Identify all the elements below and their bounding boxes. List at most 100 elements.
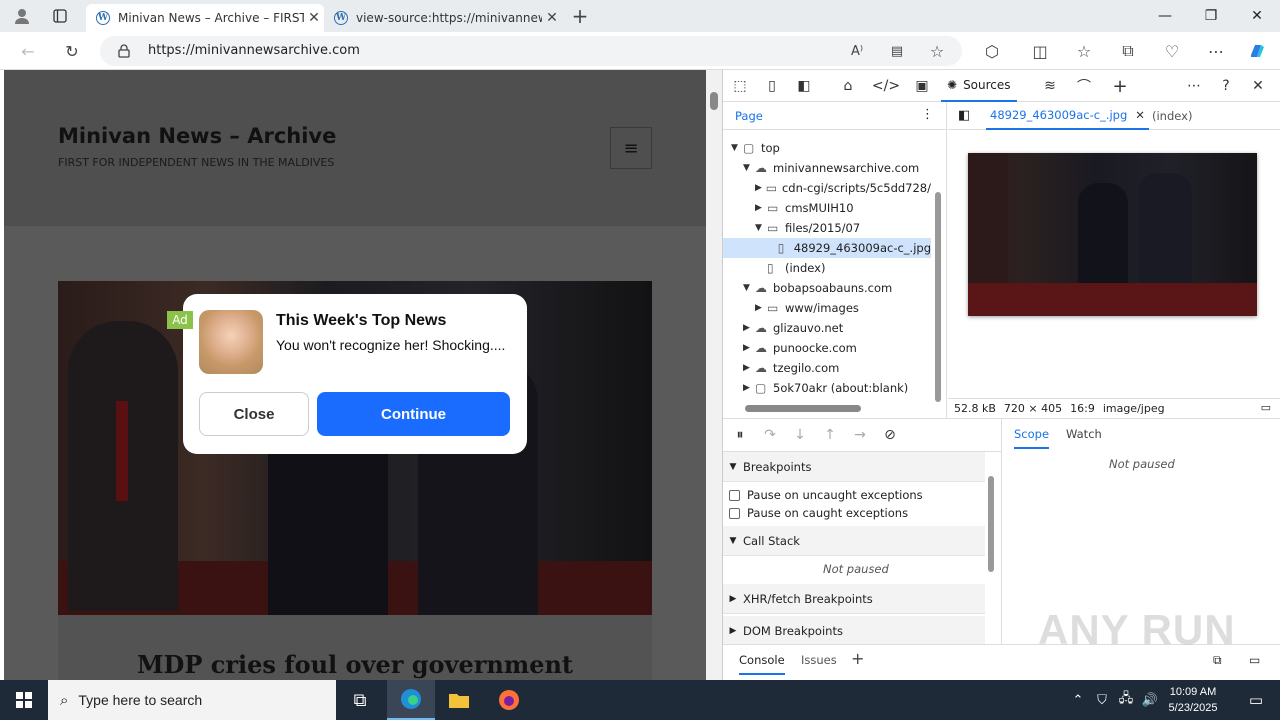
tree-item[interactable]: ▯ 48929_463009ac-c_.jpg xyxy=(723,238,931,258)
collapse-arrow-icon[interactable]: ▼ xyxy=(743,163,755,173)
call-stack-section[interactable]: ▼ Call Stack xyxy=(723,526,985,556)
device-emulation-icon[interactable]: ▯ xyxy=(761,76,783,96)
firefox-icon[interactable] xyxy=(485,680,533,720)
tab-scope[interactable]: Scope xyxy=(1014,427,1050,449)
site-title[interactable]: Minivan News – Archive xyxy=(58,124,336,148)
navigator-more-icon[interactable]: ⋮ xyxy=(921,107,934,122)
more-menu-icon[interactable]: ⋯ xyxy=(1204,38,1228,64)
devtools-more-icon[interactable]: ⋯ xyxy=(1183,76,1205,96)
deactivate-breakpoints-icon[interactable]: ⊘ xyxy=(879,425,901,445)
devtools-close-icon[interactable]: ✕ xyxy=(1247,76,1269,96)
copilot-icon[interactable] xyxy=(1244,38,1270,64)
pause-uncaught-checkbox[interactable]: Pause on uncaught exceptions xyxy=(729,488,923,502)
task-view-icon[interactable]: ⧉ xyxy=(336,680,384,720)
minimize-button[interactable]: — xyxy=(1142,0,1188,32)
collapse-arrow-icon[interactable]: ▼ xyxy=(755,223,767,233)
tab-page[interactable]: Page xyxy=(735,109,763,123)
expand-arrow-icon[interactable]: ▶ xyxy=(755,183,766,193)
help-icon[interactable]: ? xyxy=(1215,76,1237,96)
edge-taskbar-icon[interactable] xyxy=(387,680,435,720)
close-drawer-icon[interactable]: ▭ xyxy=(1249,653,1260,667)
refresh-icon[interactable]: ↻ xyxy=(58,38,86,64)
tree-item[interactable]: ▼ ▢ top xyxy=(723,138,931,158)
expand-arrow-icon[interactable]: ▶ xyxy=(755,203,767,213)
collapse-arrow-icon[interactable]: ▼ xyxy=(743,283,755,293)
add-drawer-tab-icon[interactable]: + xyxy=(851,649,864,668)
tree-item[interactable]: ▶ ▭ www/images xyxy=(723,298,931,318)
step-out-icon[interactable]: ↑ xyxy=(819,425,841,445)
show-hidden-icons[interactable]: ⌃ xyxy=(1066,680,1090,720)
pause-icon[interactable]: ⏸ xyxy=(729,425,751,445)
page-scrollbar[interactable] xyxy=(706,70,722,680)
split-screen-icon[interactable]: ◫ xyxy=(1028,38,1052,64)
clock[interactable]: 10:09 AM 5/23/2025 xyxy=(1160,684,1226,716)
tab-watch[interactable]: Watch xyxy=(1066,427,1102,441)
collapse-arrow-icon[interactable]: ▼ xyxy=(731,143,743,153)
new-tab-icon[interactable]: + xyxy=(566,4,594,28)
tree-item[interactable]: ▶ ☁ tzegilo.com xyxy=(723,358,931,378)
editor-tab-index[interactable]: (index) xyxy=(1152,109,1192,123)
console-icon[interactable]: ▣ xyxy=(911,76,933,96)
favorites-icon[interactable]: ☆ xyxy=(1072,38,1096,64)
tree-item[interactable]: ▶ ☁ glizauvo.net xyxy=(723,318,931,338)
tree-item[interactable]: ▼ ▭ files/2015/07 xyxy=(723,218,931,238)
extensions-icon[interactable]: ⬡ xyxy=(980,38,1004,64)
immersive-reader-icon[interactable]: ▤ xyxy=(886,41,908,61)
network-tray-icon[interactable]: 🖧 xyxy=(1114,680,1138,720)
volume-icon[interactable]: 🔊 xyxy=(1138,680,1162,720)
inspect-icon[interactable]: ⬚ xyxy=(729,76,751,96)
close-tab-icon[interactable]: ✕ xyxy=(304,10,324,26)
toggle-navigator-icon[interactable]: ◧ xyxy=(958,108,970,123)
file-explorer-icon[interactable] xyxy=(435,680,483,720)
notifications-icon[interactable]: ▭ xyxy=(1232,680,1280,720)
tree-item[interactable]: ▼ ☁ bobapsoabauns.com xyxy=(723,278,931,298)
performance-icon[interactable]: ♡ xyxy=(1160,38,1184,64)
dom-breakpoints-section[interactable]: ▶ DOM Breakpoints xyxy=(723,616,985,646)
expand-arrow-icon[interactable]: ▶ xyxy=(743,343,755,353)
restore-button[interactable]: ❐ xyxy=(1188,0,1234,32)
image-copy-icon[interactable]: ▭ xyxy=(1261,401,1271,414)
profile-icon[interactable] xyxy=(8,4,36,28)
tree-item[interactable]: ▶ ☁ punoocke.com xyxy=(723,338,931,358)
tree-item[interactable]: ▯ (index) xyxy=(723,258,931,278)
more-tools-icon[interactable]: + xyxy=(1109,76,1131,97)
close-tab-icon[interactable]: ✕ xyxy=(1135,108,1145,122)
tab-console[interactable]: Console xyxy=(739,653,785,675)
security-tray-icon[interactable]: ⛉ xyxy=(1090,680,1114,720)
back-icon[interactable]: ← xyxy=(14,38,42,64)
tab-minivan-news[interactable]: W Minivan News – Archive – FIRST F ✕ xyxy=(86,4,324,32)
navigator-scrollbar[interactable] xyxy=(935,192,941,402)
xhr-breakpoints-section[interactable]: ▶ XHR/fetch Breakpoints xyxy=(723,584,985,614)
lock-icon[interactable] xyxy=(116,43,132,59)
tree-item[interactable]: ▶ ▢ 5ok70akr (about:blank) xyxy=(723,378,931,398)
tree-item[interactable]: ▶ ▭ cmsMUIH10 xyxy=(723,198,931,218)
collections-icon[interactable]: ⧉ xyxy=(1116,38,1140,64)
tab-actions-icon[interactable] xyxy=(46,4,74,28)
tab-issues[interactable]: Issues xyxy=(801,653,837,667)
close-tab-icon[interactable]: ✕ xyxy=(542,10,562,26)
ad-close-button[interactable]: Close xyxy=(199,392,309,436)
hamburger-menu-icon[interactable]: ≡ xyxy=(610,127,652,169)
window-close-button[interactable]: ✕ xyxy=(1234,0,1280,32)
performance-icon[interactable]: ⌒ xyxy=(1073,76,1095,96)
breakpoints-section[interactable]: ▼ Breakpoints xyxy=(723,452,985,482)
ad-continue-button[interactable]: Continue xyxy=(317,392,510,436)
welcome-home-icon[interactable]: ⌂ xyxy=(837,76,859,96)
url-bar[interactable]: https://minivannewsarchive.com A⁾ ▤ ☆ xyxy=(100,36,962,66)
tab-view-source[interactable]: W view-source:https://minivannew ✕ xyxy=(324,4,562,32)
favorite-star-icon[interactable]: ☆ xyxy=(926,41,948,61)
undock-drawer-icon[interactable]: ⧉ xyxy=(1213,653,1222,668)
expand-arrow-icon[interactable]: ▶ xyxy=(743,363,755,373)
tab-sources[interactable]: ✺ Sources xyxy=(941,70,1017,102)
step-over-icon[interactable]: ↷ xyxy=(759,425,781,445)
expand-arrow-icon[interactable]: ▶ xyxy=(743,383,755,393)
editor-tab-image[interactable]: 48929_463009ac-c_.jpg ✕ xyxy=(986,102,1149,130)
read-aloud-icon[interactable]: A⁾ xyxy=(846,41,868,61)
step-icon[interactable]: → xyxy=(849,425,871,445)
step-into-icon[interactable]: ↓ xyxy=(789,425,811,445)
debugger-scrollbar[interactable] xyxy=(988,476,994,572)
expand-arrow-icon[interactable]: ▶ xyxy=(755,303,767,313)
network-icon[interactable]: ≋ xyxy=(1039,76,1061,96)
taskbar-search[interactable]: ⌕ Type here to search xyxy=(48,680,336,720)
elements-icon[interactable]: </> xyxy=(872,76,900,96)
